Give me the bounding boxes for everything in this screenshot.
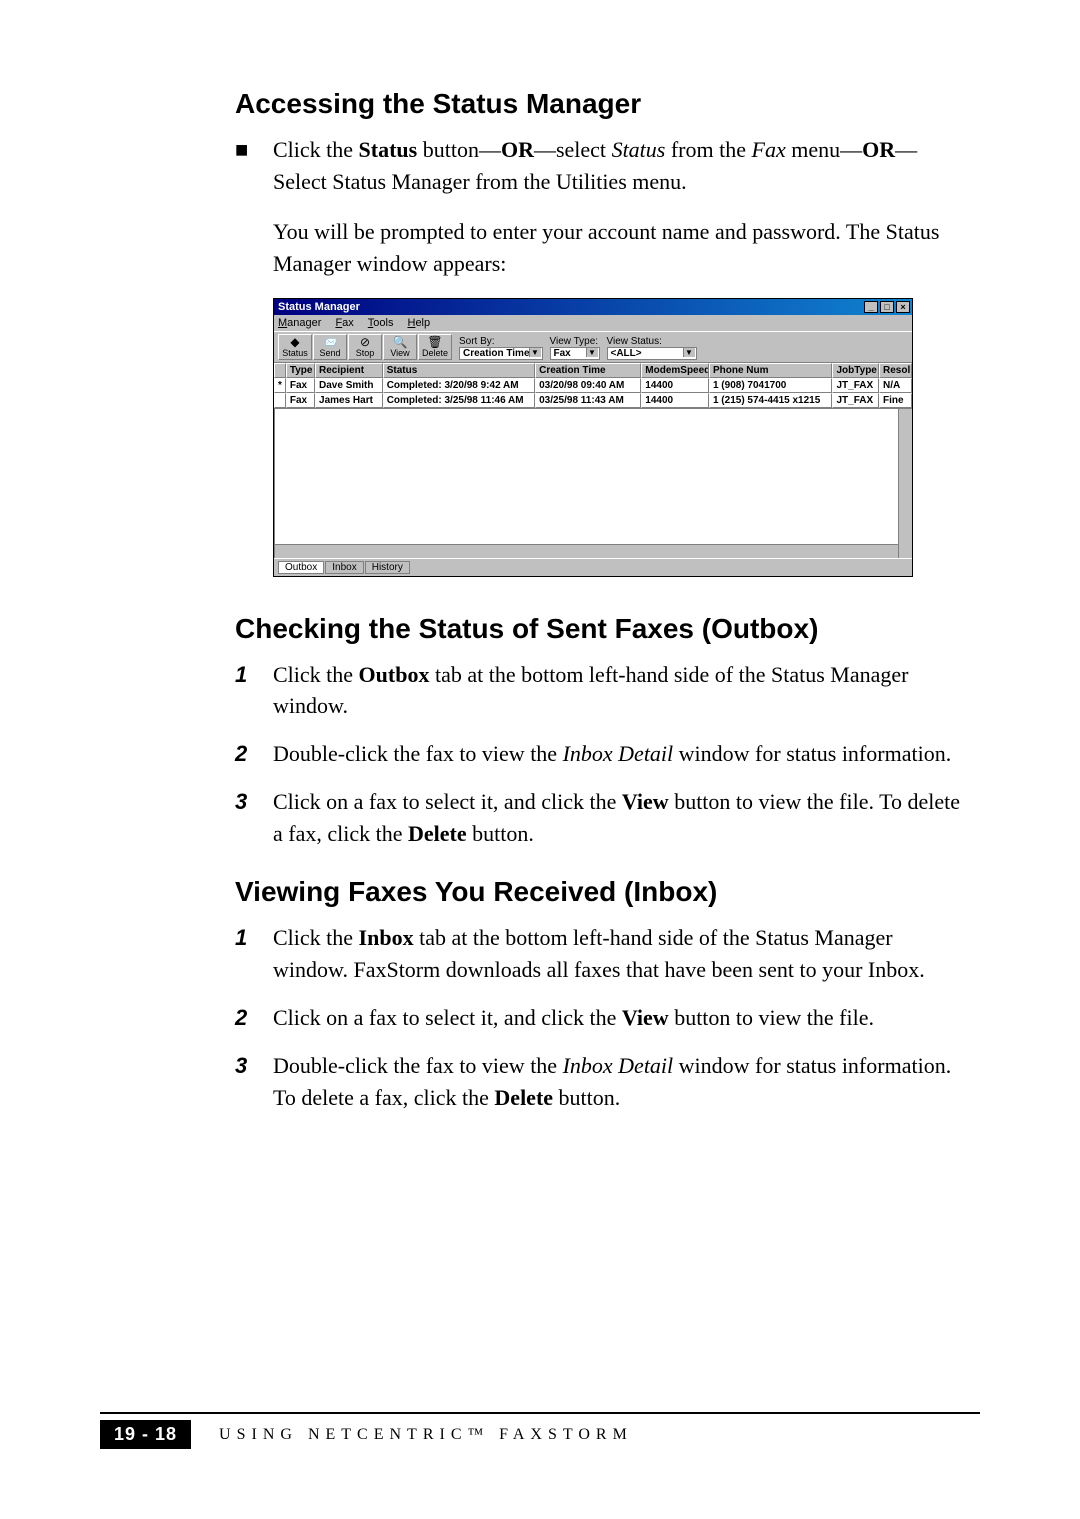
cell: 14400	[641, 393, 709, 408]
minimize-button[interactable]: _	[864, 301, 878, 313]
list-item: 1Click the Inbox tab at the bottom left-…	[235, 922, 960, 986]
step-number: 3	[235, 1050, 273, 1114]
toolbar: ◆Status📨Send⊘Stop🔍View🗑Delete Sort By: C…	[274, 331, 912, 363]
view-button[interactable]: 🔍View	[383, 334, 417, 360]
cell	[274, 393, 286, 408]
tab-history[interactable]: History	[365, 561, 410, 574]
step-number: 1	[235, 922, 273, 986]
status-manager-window: Status Manager _ □ × Manager Fax Tools Help…	[273, 298, 913, 577]
cell: 1 (215) 574-4415 x1215	[709, 393, 833, 408]
view-type-label: View Type:	[550, 336, 600, 347]
sort-by-select[interactable]: Creation Time	[459, 347, 543, 360]
cell: Completed: 3/20/98 9:42 AM	[383, 378, 535, 393]
maximize-button[interactable]: □	[880, 301, 894, 313]
status-button[interactable]: ◆Status	[278, 334, 312, 360]
step-text: Double-click the fax to view the Inbox D…	[273, 738, 960, 770]
cell: JT_FAX	[832, 393, 879, 408]
table-row[interactable]: FaxJames HartCompleted: 3/25/98 11:46 AM…	[274, 393, 912, 408]
send-button[interactable]: 📨Send	[313, 334, 347, 360]
cell: Fine	[879, 393, 912, 408]
tab-inbox[interactable]: Inbox	[325, 561, 363, 574]
tab-outbox[interactable]: Outbox	[278, 561, 324, 574]
heading-outbox: Checking the Status of Sent Faxes (Outbo…	[235, 613, 960, 645]
step-number: 1	[235, 659, 273, 723]
column-header[interactable]: JobType	[832, 363, 879, 378]
column-header[interactable]	[274, 363, 286, 378]
cell: James Hart	[315, 393, 383, 408]
list-item: 3Double-click the fax to view the Inbox …	[235, 1050, 960, 1114]
step-text: Click on a fax to select it, and click t…	[273, 786, 960, 850]
step-number: 3	[235, 786, 273, 850]
window-titlebar: Status Manager _ □ ×	[274, 299, 912, 315]
window-title: Status Manager	[278, 301, 360, 313]
list-item: 2Double-click the fax to view the Inbox …	[235, 738, 960, 770]
bullet-item: ■ Click the Status button—OR—select Stat…	[235, 134, 960, 198]
cell: Fax	[286, 378, 315, 393]
menu-tools[interactable]: Tools	[368, 317, 394, 329]
heading-inbox: Viewing Faxes You Received (Inbox)	[235, 876, 960, 908]
menu-help[interactable]: Help	[407, 317, 430, 329]
view-type-select[interactable]: Fax	[550, 347, 600, 360]
menubar: Manager Fax Tools Help	[274, 315, 912, 331]
step-text: Click the Inbox tab at the bottom left-h…	[273, 922, 960, 986]
intro-paragraph: You will be prompted to enter your accou…	[273, 216, 960, 280]
cell: *	[274, 378, 286, 393]
grid-empty-area	[274, 408, 912, 558]
cell: 03/25/98 11:43 AM	[535, 393, 641, 408]
bottom-tabs: OutboxInboxHistory	[274, 558, 912, 576]
menu-fax[interactable]: Fax	[335, 317, 353, 329]
cell: N/A	[879, 378, 912, 393]
footer-chapter-title: USING NETCENTRIC™ FAXSTORM	[219, 1426, 633, 1444]
cell: Completed: 3/25/98 11:46 AM	[383, 393, 535, 408]
column-header[interactable]: Resol	[879, 363, 912, 378]
step-number: 2	[235, 738, 273, 770]
bullet-square: ■	[235, 134, 273, 198]
horizontal-scrollbar[interactable]	[275, 544, 898, 558]
list-item: 1Click the Outbox tab at the bottom left…	[235, 659, 960, 723]
bullet-text: Click the Status button—OR—select Status…	[273, 134, 960, 198]
page-number-badge: 19 - 18	[100, 1420, 191, 1449]
step-text: Click the Outbox tab at the bottom left-…	[273, 659, 960, 723]
page-footer: 19 - 18 USING NETCENTRIC™ FAXSTORM	[100, 1412, 980, 1449]
column-header[interactable]: Type	[286, 363, 315, 378]
column-header[interactable]: Recipient	[315, 363, 383, 378]
column-header[interactable]: Creation Time	[535, 363, 641, 378]
sort-by-label: Sort By:	[459, 336, 543, 347]
list-item: 3Click on a fax to select it, and click …	[235, 786, 960, 850]
column-header[interactable]: Phone Num	[709, 363, 833, 378]
step-number: 2	[235, 1002, 273, 1034]
close-button[interactable]: ×	[896, 301, 910, 313]
cell: 1 (908) 7041700	[709, 378, 833, 393]
table-row[interactable]: *FaxDave SmithCompleted: 3/20/98 9:42 AM…	[274, 378, 912, 393]
column-header[interactable]: Status	[383, 363, 535, 378]
cell: Fax	[286, 393, 315, 408]
stop-button[interactable]: ⊘Stop	[348, 334, 382, 360]
cell: 14400	[641, 378, 709, 393]
cell: Dave Smith	[315, 378, 383, 393]
grid-header-row: TypeRecipientStatusCreation TimeModemSpe…	[274, 363, 912, 378]
cell: 03/20/98 09:40 AM	[535, 378, 641, 393]
step-text: Click on a fax to select it, and click t…	[273, 1002, 960, 1034]
menu-manager[interactable]: Manager	[278, 317, 321, 329]
delete-button[interactable]: 🗑Delete	[418, 334, 452, 360]
column-header[interactable]: ModemSpeed	[641, 363, 709, 378]
step-text: Double-click the fax to view the Inbox D…	[273, 1050, 960, 1114]
heading-accessing: Accessing the Status Manager	[235, 88, 960, 120]
list-item: 2Click on a fax to select it, and click …	[235, 1002, 960, 1034]
vertical-scrollbar[interactable]	[898, 409, 912, 558]
view-status-label: View Status:	[607, 336, 697, 347]
cell: JT_FAX	[832, 378, 879, 393]
view-status-select[interactable]: <ALL>	[607, 347, 697, 360]
